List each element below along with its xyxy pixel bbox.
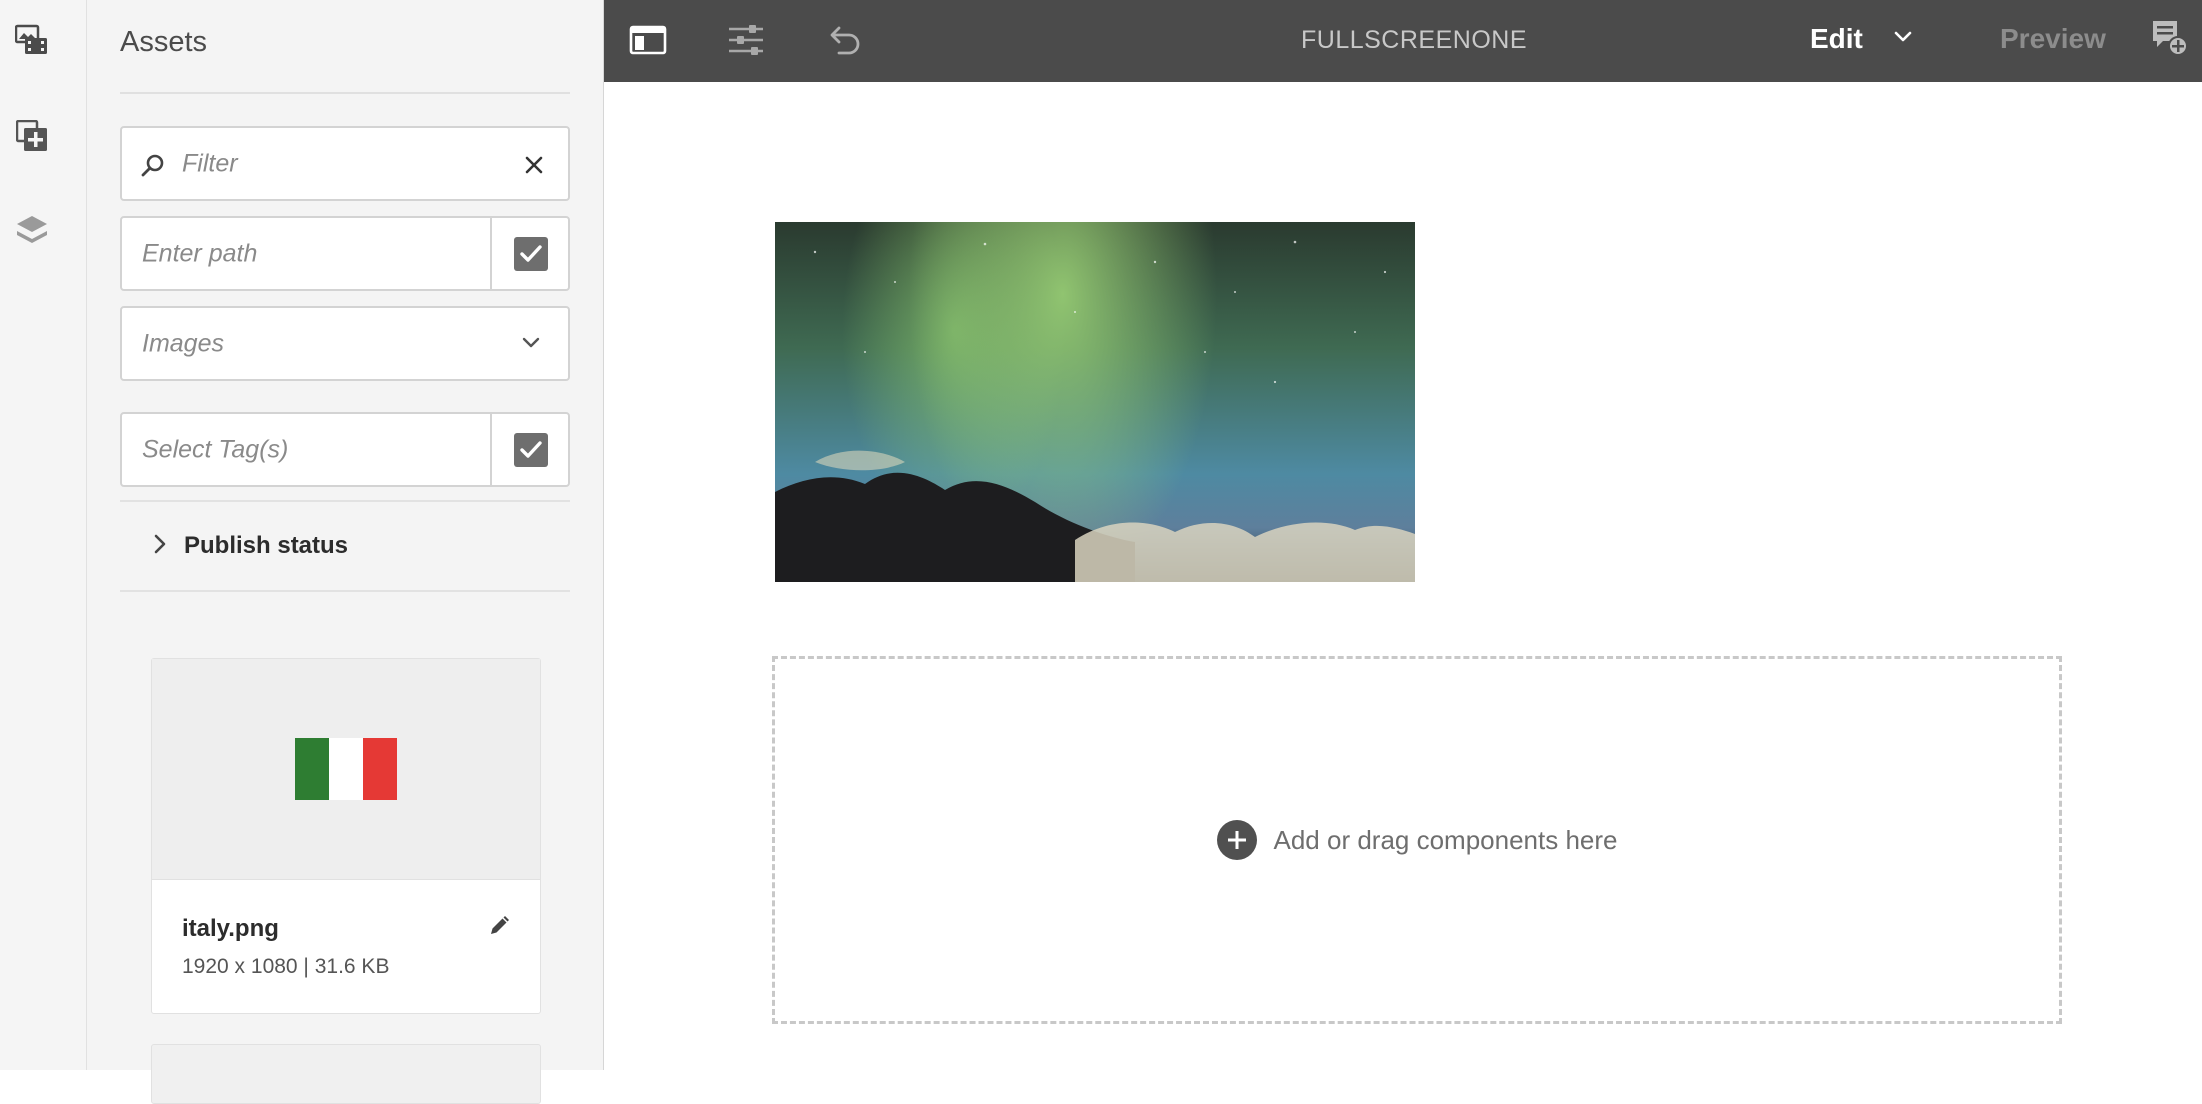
flag-white: [329, 738, 363, 800]
checkmark-icon: [520, 244, 542, 262]
asset-name: italy.png: [182, 915, 279, 942]
components-icon[interactable]: [14, 118, 50, 154]
clear-icon[interactable]: [524, 155, 544, 180]
publish-status-toggle[interactable]: Publish status: [120, 500, 570, 592]
aurora-image[interactable]: [775, 222, 1415, 582]
search-icon: [140, 152, 166, 183]
field-divider: [490, 414, 492, 485]
editor-toolbar: FULLSCREENONE Edit Preview: [604, 0, 2202, 82]
drop-zone-content: Add or drag components here: [775, 659, 2059, 1021]
panel-title: Assets: [120, 26, 208, 58]
mode-selector[interactable]: Edit: [1810, 23, 1863, 55]
drop-zone-label: Add or drag components here: [1273, 824, 1618, 855]
path-placeholder: Enter path: [142, 239, 258, 267]
path-field[interactable]: Enter path: [120, 216, 570, 291]
layers-icon[interactable]: [14, 212, 50, 248]
field-divider: [490, 218, 492, 289]
annotate-icon[interactable]: [2150, 18, 2190, 63]
pencil-icon[interactable]: [488, 915, 510, 942]
assets-icon[interactable]: [14, 22, 50, 58]
tags-placeholder: Select Tag(s): [142, 435, 289, 463]
asset-card[interactable]: italy.png 1920 x 1080 | 31.6 KB: [151, 658, 541, 1014]
path-checkbox[interactable]: [514, 236, 548, 271]
panel-divider: [120, 92, 570, 94]
flag-red: [363, 738, 397, 800]
filter-input[interactable]: Filter: [120, 126, 570, 201]
asset-type-value: Images: [142, 329, 224, 357]
tags-checkbox[interactable]: [514, 432, 548, 467]
asset-thumbnail[interactable]: [152, 659, 540, 880]
asset-meta: 1920 x 1080 | 31.6 KB: [182, 955, 390, 978]
add-icon[interactable]: [1216, 820, 1257, 860]
asset-card[interactable]: [151, 1044, 541, 1104]
checkmark-icon: [520, 440, 542, 458]
page-canvas: Add or drag components here: [604, 82, 2202, 1070]
assets-panel: Assets Filter Enter path Images Select T…: [87, 0, 604, 1104]
page-title: FULLSCREENONE: [1301, 26, 1527, 54]
asset-type-select[interactable]: Images: [120, 306, 570, 381]
component-drop-zone[interactable]: Add or drag components here: [772, 656, 2062, 1024]
chevron-down-icon: [522, 336, 540, 354]
chevron-down-icon[interactable]: [1894, 30, 1912, 48]
italy-flag-image: [295, 738, 397, 800]
publish-status-label: Publish status: [184, 532, 349, 559]
side-rail: [0, 0, 87, 1070]
chevron-right-icon: [154, 534, 166, 559]
filter-placeholder: Filter: [182, 149, 238, 177]
preview-button[interactable]: Preview: [2000, 23, 2106, 55]
flag-green: [295, 738, 329, 800]
tags-field[interactable]: Select Tag(s): [120, 412, 570, 487]
